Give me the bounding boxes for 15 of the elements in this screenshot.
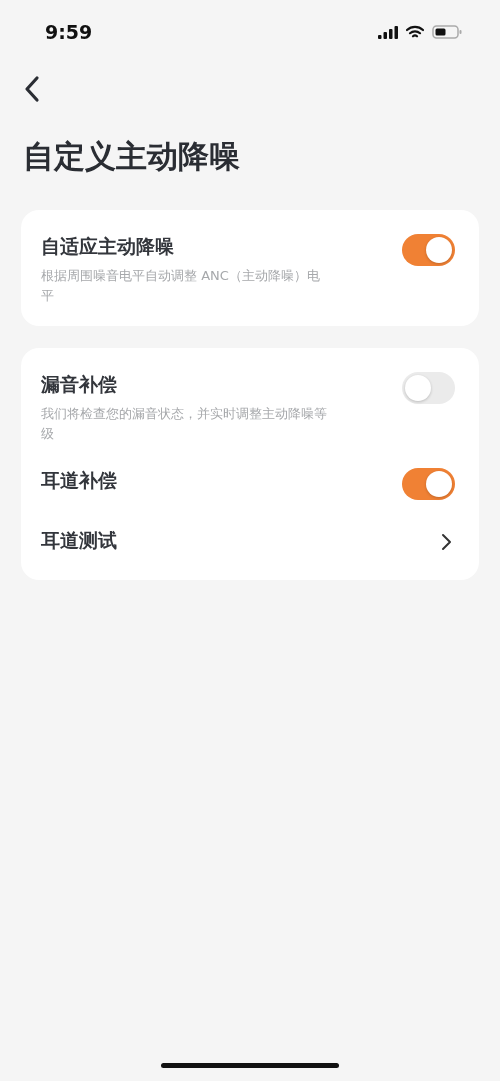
setting-label: 漏音补偿: [41, 372, 118, 397]
setting-description: 根据周围噪音电平自动调整 ANC（主动降噪）电平: [41, 267, 321, 305]
setting-label: 自适应主动降噪: [41, 234, 175, 259]
setting-description: 我们将检查您的漏音状态，并实时调整主动降噪等级: [41, 405, 328, 443]
toggle-switch[interactable]: [402, 372, 455, 404]
back-icon[interactable]: [24, 75, 40, 103]
setting-label: 耳道补偿: [41, 468, 117, 493]
signal-icon: [378, 25, 398, 39]
wifi-icon: [406, 25, 424, 39]
page-title: 自定义主动降噪: [23, 137, 241, 176]
setting-label: 耳道测试: [41, 528, 117, 553]
battery-icon: [432, 25, 462, 39]
toggle-switch[interactable]: [402, 468, 455, 500]
toggle-switch[interactable]: [402, 234, 455, 266]
status-time: 9:59: [45, 21, 93, 43]
